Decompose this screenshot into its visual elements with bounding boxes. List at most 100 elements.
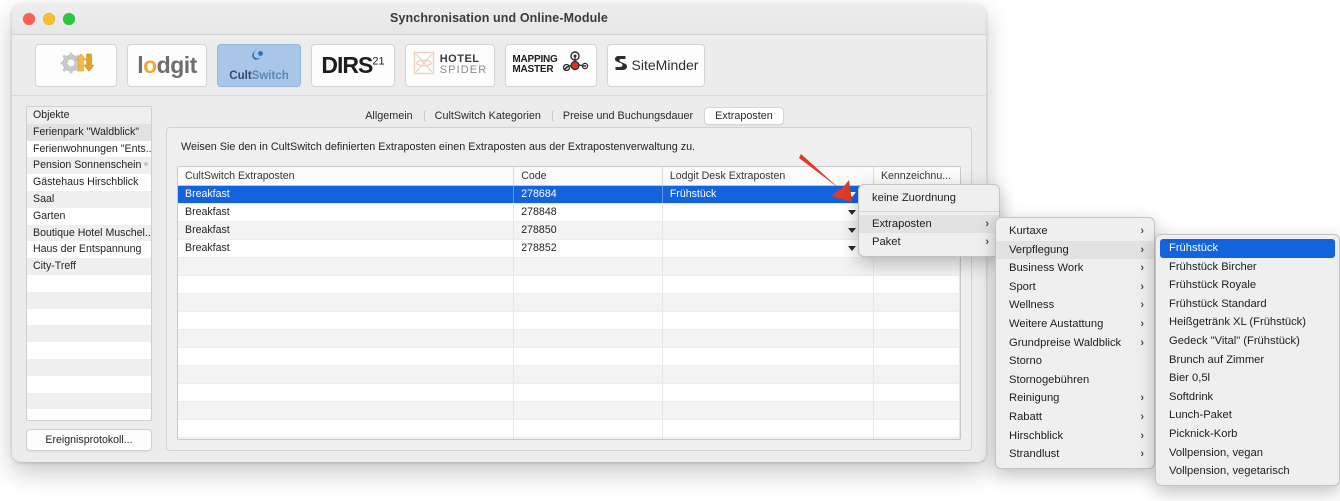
tab-kategorien[interactable]: CultSwitch Kategorien <box>423 107 552 125</box>
table-row-empty[interactable] <box>178 258 960 276</box>
toolbar-item-hotelspider[interactable]: HOTEL SPIDER <box>405 43 495 87</box>
table-row[interactable]: Breakfast 278848 <box>178 204 960 222</box>
event-log-button[interactable]: Ereignisprotokoll... <box>26 429 152 451</box>
menu-item-business-work[interactable]: Business Work › <box>996 259 1154 278</box>
sidebar-item-4[interactable]: Saal <box>27 190 151 208</box>
row-dropdown-caret-icon[interactable] <box>848 210 856 215</box>
menu-item-gedeck-vital[interactable]: Gedeck "Vital" (Frühstück) <box>1156 332 1339 351</box>
menu-item-hirschblick[interactable]: Hirschblick › <box>996 427 1154 446</box>
chevron-right-icon: › <box>985 236 989 249</box>
scroll-indicator[interactable] <box>144 162 148 166</box>
sidebar-item-2[interactable]: Pension Sonnenschein <box>27 157 151 175</box>
table-row[interactable]: Breakfast 278684 Frühstück <box>178 186 960 204</box>
table-row-empty[interactable] <box>178 402 960 420</box>
menu-item-label: Gedeck "Vital" (Frühstück) <box>1169 334 1300 347</box>
cell-cultswitch: Breakfast <box>178 186 515 203</box>
menu-item-vollpension-vegan[interactable]: Vollpension, vegan <box>1156 444 1339 463</box>
menu-item-rabatt[interactable]: Rabatt › <box>996 408 1154 427</box>
menu-item-label: Grundpreise Waldblick <box>1009 336 1122 349</box>
tab-extraposten[interactable]: Extraposten <box>704 106 784 125</box>
column-header-code[interactable]: Code <box>514 167 663 185</box>
toolbar-item-cultswitch[interactable]: CultSwitch <box>217 43 301 87</box>
menu-item-grundpreise-waldblick[interactable]: Grundpreise Waldblick › <box>996 334 1154 353</box>
cell-cultswitch: Breakfast <box>178 240 515 257</box>
menu-item-paket[interactable]: Paket › <box>859 233 999 252</box>
sidebar-item-0[interactable]: Ferienpark "Waldblick" <box>27 123 151 141</box>
objects-list[interactable]: Objekte Ferienpark "Waldblick" Ferienwoh… <box>26 106 152 421</box>
table-row-empty[interactable] <box>178 348 960 366</box>
objects-list-header: Objekte <box>27 107 151 124</box>
menu-item-fruehstueck-bircher[interactable]: Frühstück Bircher <box>1156 258 1339 277</box>
tab-preise[interactable]: Preise und Buchungsdauer <box>551 107 704 125</box>
menu-item-verpflegung[interactable]: Verpflegung › <box>996 240 1154 260</box>
sidebar-item-5[interactable]: Garten <box>27 208 151 225</box>
cell-code: 278850 <box>514 222 663 239</box>
toolbar-item-sync[interactable] <box>35 43 117 87</box>
context-menu-level2[interactable]: Kurtaxe › Verpflegung › Business Work › … <box>995 217 1155 469</box>
table-row-empty[interactable] <box>178 420 960 438</box>
table-row-empty[interactable] <box>178 384 960 402</box>
sidebar-item-7[interactable]: Haus der Entspannung <box>27 241 151 258</box>
toolbar-item-dirs21[interactable]: DIRS21 <box>311 43 395 87</box>
toolbar-item-lodgit[interactable]: lodgit <box>127 43 207 87</box>
menu-item-keine-zuordnung[interactable]: keine Zuordnung <box>859 189 999 208</box>
menu-item-strandlust[interactable]: Strandlust › <box>996 445 1154 464</box>
row-dropdown-caret-icon[interactable] <box>848 192 856 197</box>
extraposten-panel: Weisen Sie den in CultSwitch definierten… <box>166 127 972 451</box>
sidebar-item-1[interactable]: Ferienwohnungen "Ents... <box>27 141 151 158</box>
column-header-lodgit[interactable]: Lodgit Desk Extraposten <box>663 167 874 185</box>
menu-item-label: Business Work <box>1009 262 1084 275</box>
menu-item-picknick-korb[interactable]: Picknick-Korb <box>1156 425 1339 444</box>
menu-item-heissgetraenk-xl[interactable]: Heißgetränk XL (Frühstück) <box>1156 313 1339 332</box>
gear-sync-icon <box>58 51 95 80</box>
context-menu-level3[interactable]: Frühstück Frühstück Bircher Frühstück Ro… <box>1155 234 1340 486</box>
menu-item-fruehstueck-standard[interactable]: Frühstück Standard <box>1156 295 1339 314</box>
mappingmaster-wordmark: MAPPING MASTER <box>512 55 557 75</box>
menu-item-weitere-austattung[interactable]: Weitere Austattung › <box>996 315 1154 334</box>
sidebar-item-3[interactable]: Gästehaus Hirschblick <box>27 174 151 191</box>
toolbar-item-mappingmaster[interactable]: MAPPING MASTER <box>505 43 597 87</box>
menu-separator <box>859 210 999 212</box>
menu-item-fruehstueck-royale[interactable]: Frühstück Royale <box>1156 276 1339 295</box>
table-row[interactable]: Breakfast 278850 <box>178 222 960 240</box>
menu-item-vollpension-vegetarisch[interactable]: Vollpension, vegetarisch <box>1156 462 1339 481</box>
table-row-empty[interactable] <box>178 294 960 312</box>
mappingmaster-logo: MAPPING MASTER <box>512 50 590 80</box>
menu-item-extraposten[interactable]: Extraposten › <box>859 214 999 234</box>
toolbar-item-siteminder[interactable]: SiteMinder <box>607 43 705 87</box>
row-dropdown-caret-icon[interactable] <box>848 228 856 233</box>
menu-item-lunch-paket[interactable]: Lunch-Paket <box>1156 406 1339 425</box>
table-row-empty[interactable] <box>178 366 960 384</box>
menu-item-brunch-auf-zimmer[interactable]: Brunch auf Zimmer <box>1156 351 1339 370</box>
window-titlebar: Synchronisation und Online-Module <box>12 4 986 35</box>
chevron-right-icon: › <box>1140 280 1144 293</box>
menu-item-kurtaxe[interactable]: Kurtaxe › <box>996 222 1154 241</box>
menu-item-wellness[interactable]: Wellness › <box>996 296 1154 315</box>
menu-item-stornogebuehren[interactable]: Stornogebühren <box>996 371 1154 390</box>
table-row-empty[interactable] <box>178 438 960 439</box>
menu-item-label: Verpflegung <box>1009 243 1069 256</box>
tab-allgemein[interactable]: Allgemein <box>354 107 423 125</box>
menu-item-softdrink[interactable]: Softdrink <box>1156 388 1339 407</box>
menu-item-label: Vollpension, vegan <box>1169 446 1263 459</box>
table-row[interactable]: Breakfast 278852 <box>178 240 960 258</box>
menu-item-fruehstueck[interactable]: Frühstück <box>1160 239 1335 258</box>
table-row-empty[interactable] <box>178 276 960 294</box>
menu-item-bier[interactable]: Bier 0,5l <box>1156 369 1339 388</box>
table-row-empty[interactable] <box>178 312 960 330</box>
network-nodes-icon <box>560 50 590 80</box>
hotelspider-line2: SPIDER <box>439 64 488 76</box>
objects-sidebar: Objekte Ferienpark "Waldblick" Ferienwoh… <box>26 106 152 451</box>
cultswitch-swirl-icon <box>250 48 268 68</box>
sidebar-item-6[interactable]: Boutique Hotel Muschel... <box>27 224 151 242</box>
table-row-empty[interactable] <box>178 330 960 348</box>
context-menu-level1[interactable]: keine Zuordnung Extraposten › Paket › <box>858 184 1000 257</box>
cell-code: 278852 <box>514 240 663 257</box>
sidebar-item-8[interactable]: City-Treff <box>27 258 151 275</box>
menu-item-reinigung[interactable]: Reinigung › <box>996 389 1154 408</box>
row-dropdown-caret-icon[interactable] <box>848 246 856 251</box>
column-header-cultswitch[interactable]: CultSwitch Extraposten <box>178 167 515 185</box>
menu-item-sport[interactable]: Sport › <box>996 278 1154 297</box>
column-header-kennzeichnung[interactable]: Kennzeichnu... <box>874 167 960 185</box>
menu-item-storno[interactable]: Storno <box>996 352 1154 371</box>
